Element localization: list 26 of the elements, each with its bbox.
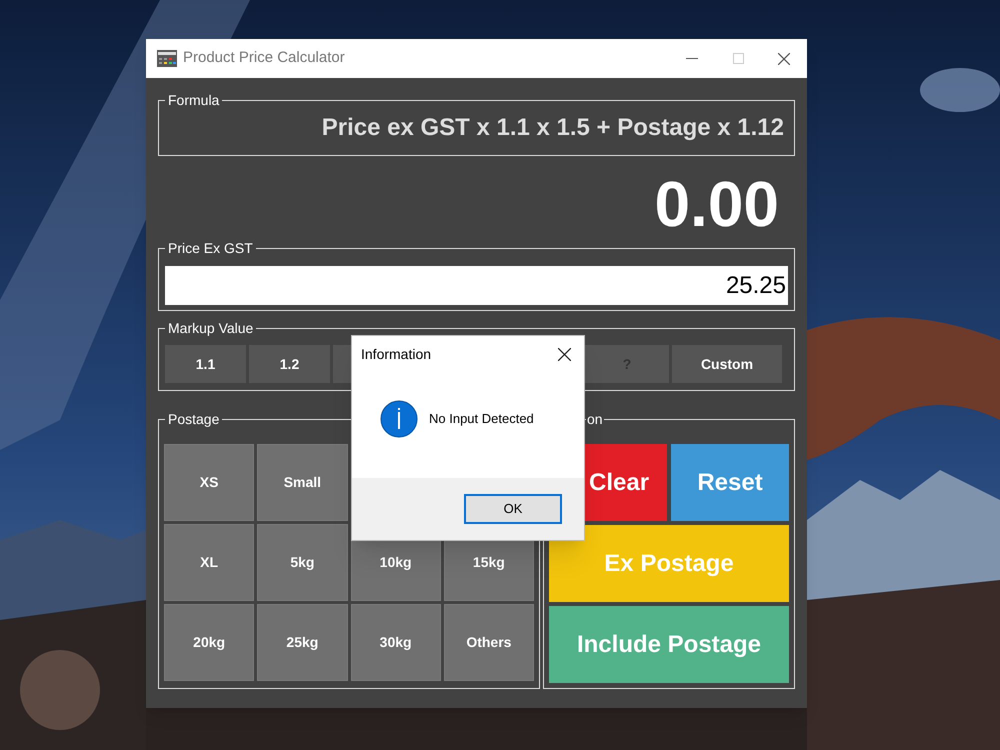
postage-button[interactable]: Others <box>444 604 534 681</box>
window-title: Product Price Calculator <box>183 48 345 68</box>
postage-button[interactable]: 20kg <box>164 604 254 681</box>
dialog-message: No Input Detected <box>429 410 534 428</box>
postage-button[interactable]: 5kg <box>257 524 348 601</box>
result-value: 0.00 <box>654 172 779 236</box>
postage-button[interactable]: XS <box>164 444 254 521</box>
action-button[interactable]: Reset <box>671 444 789 521</box>
close-icon <box>778 52 790 64</box>
action-button[interactable]: Include Postage <box>549 606 789 683</box>
price-input[interactable]: 25.25 <box>165 266 788 305</box>
postage-button[interactable]: XL <box>164 524 254 601</box>
info-icon <box>380 400 418 438</box>
postage-button[interactable]: Small <box>257 444 348 521</box>
dialog-title: Information <box>361 344 432 364</box>
calculator-icon <box>157 50 177 67</box>
postage-button[interactable]: 25kg <box>257 604 348 681</box>
markup-button[interactable]: 1.1 <box>165 345 246 383</box>
ok-button[interactable]: OK <box>464 494 562 524</box>
markup-button[interactable]: 1.2 <box>249 345 330 383</box>
minimize-icon <box>686 58 698 60</box>
postage-button[interactable]: 30kg <box>350 604 441 681</box>
markup-button[interactable]: Custom <box>672 345 782 383</box>
formula-text: Price ex GST x 1.1 x 1.5 + Postage x 1.12 <box>322 113 784 143</box>
maximize-icon <box>732 53 744 64</box>
close-icon <box>558 348 570 360</box>
